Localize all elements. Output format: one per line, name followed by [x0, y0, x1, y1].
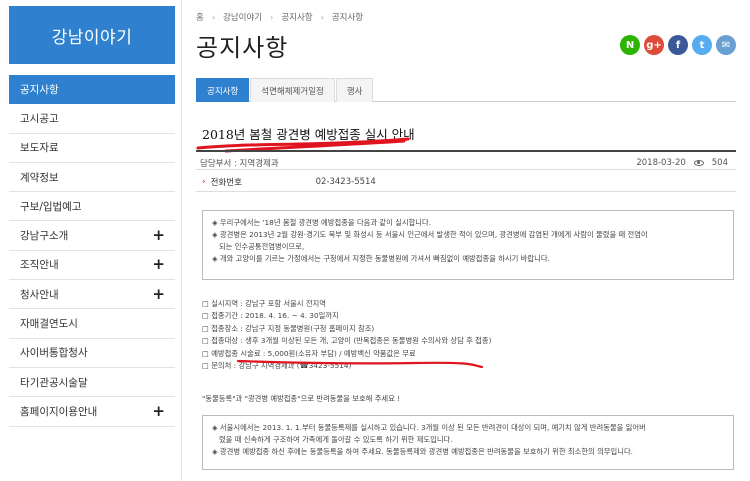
breadcrumb-level1[interactable]: 강남이야기: [223, 11, 262, 23]
notice-line: 되는 인수공통전염병이므로,: [212, 242, 305, 251]
plus-icon[interactable]: +: [152, 286, 165, 302]
notice-line: ◈ 서울시에서는 2013. 1. 1.부터 동물등록제를 실시하고 있습니다.…: [212, 423, 646, 432]
notice-line: ◈ 개와 고양이를 기르는 가정에서는 구청에서 지정한 동물병원에 가셔서 빠…: [212, 254, 550, 263]
breadcrumb-separator: ›: [320, 12, 324, 22]
sidebar-item-label: 타기관공시술달: [20, 376, 88, 389]
foot-note: "동물등록"과 "광견병 예방접종"으로 반려동물을 보호해 주세요 !: [202, 394, 401, 403]
notice-line: 렸을 때 신속하게 구조하여 가족에게 돌아갈 수 있도록 하기 위한 제도입니…: [212, 435, 453, 444]
sidebar-item[interactable]: 구보/입법예고: [9, 192, 175, 222]
detail-item: 예방접종 시술료 : 5,000원(소유자 부담) / 예방백신 약품값은 무료: [202, 348, 491, 360]
sidebar-item[interactable]: 고시공고: [9, 104, 175, 134]
sidebar-item[interactable]: 공지사항: [9, 75, 175, 105]
sidebar-item[interactable]: 타기관공시술달: [9, 368, 175, 398]
eye-icon: [693, 159, 704, 166]
post-meta: 담당부서 : 지역경제과 2018-03-20 504: [196, 150, 736, 170]
post-views: 504: [711, 157, 728, 168]
sidebar-item-label: 사이버통합청사: [20, 347, 88, 360]
sidebar-item-label: 강남구소개: [20, 230, 69, 243]
notice-line: ◈ 광견병은 2013년 2월 강원·경기도 북부 및 화성시 등 서울시 인근…: [212, 230, 648, 239]
tab[interactable]: 공지사항: [196, 78, 250, 102]
phone-value: 02-3423-5514: [315, 176, 376, 187]
main-content: 홈 › 강남이야기 › 공지사항 › 공지사항 공지사항 N g+ f t ✉ …: [196, 0, 750, 481]
sidebar-menu: 공지사항고시공고보도자료계약정보구보/입법예고강남구소개 + 조직안내 + 청사안내 + 자…: [9, 75, 175, 427]
sidebar-item-label: 자매결연도시: [20, 318, 78, 331]
sidebar: 강남이야기 공지사항고시공고보도자료계약정보구보/입법예고강남구소개 + 조직안내 +…: [0, 0, 182, 481]
phone-row: › 전화번호 02-3423-5514: [196, 172, 736, 192]
sidebar-item-label: 홈페이지이용안내: [20, 405, 98, 418]
google-plus-share-icon[interactable]: g+: [644, 35, 664, 55]
breadcrumb-separator: ›: [211, 12, 216, 22]
breadcrumb-level2[interactable]: 공지사항: [281, 11, 312, 23]
share-buttons: N g+ f t ✉: [620, 35, 736, 55]
naver-share-icon[interactable]: N: [620, 35, 640, 55]
sidebar-item-label: 보도자료: [20, 142, 59, 155]
post-date: 2018-03-20: [636, 157, 686, 168]
tab[interactable]: 석면해체제거일정: [250, 78, 335, 102]
plus-icon[interactable]: +: [152, 403, 165, 419]
plus-icon[interactable]: +: [152, 228, 165, 243]
notice-box-intro: ◈ 우리구에서는 '18년 봄철 광견병 예방접종을 다음과 같이 실시합니다.…: [202, 210, 734, 280]
detail-item: 문의처 : 강남구 지역경제과 (☎3423-5514): [202, 360, 491, 372]
vaccination-details: 실시지역 : 강남구 포함 서울시 전지역접종기간 : 2018. 4. 16.…: [202, 298, 491, 372]
chevron-right-icon: ›: [202, 176, 206, 187]
sidebar-item[interactable]: 강남구소개 +: [9, 221, 175, 251]
tab[interactable]: 행사: [335, 78, 374, 102]
sidebar-item[interactable]: 보도자료: [9, 134, 175, 163]
plus-icon[interactable]: +: [152, 257, 165, 272]
phone-label: 전화번호: [210, 177, 242, 188]
sidebar-item-label: 계약정보: [20, 171, 59, 184]
detail-item: 접종대상 : 생후 3개월 이상된 모든 개, 고양이 (반복접종은 동물병원 …: [202, 335, 491, 347]
breadcrumb-level3[interactable]: 공지사항: [332, 11, 363, 23]
breadcrumb: 홈 › 강남이야기 › 공지사항 › 공지사항: [196, 11, 363, 24]
page-title: 공지사항: [196, 34, 289, 62]
breadcrumb-separator: ›: [270, 12, 274, 22]
breadcrumb-home[interactable]: 홈: [196, 11, 204, 23]
post-title: 2018년 봄철 광견병 예방접종 실시 안내: [202, 127, 415, 142]
post-meta-right: 2018-03-20 504: [636, 158, 728, 168]
sidebar-item[interactable]: 계약정보: [9, 163, 175, 193]
notice-line: ◈ 광견병 예방접종 하신 후에는 동물등록을 하여 주세요. 동물등록제와 광…: [212, 447, 633, 456]
sidebar-item-label: 조직안내: [20, 259, 59, 272]
sidebar-item-label: 구보/입법예고: [20, 200, 82, 213]
twitter-share-icon[interactable]: t: [692, 35, 712, 55]
detail-item: 접종기간 : 2018. 4. 16. ~ 4. 30일까지: [202, 310, 491, 322]
notice-line: ◈ 우리구에서는 '18년 봄철 광견병 예방접종을 다음과 같이 실시합니다.: [212, 218, 432, 227]
content-tabs: 공지사항 석면해체제거일정 행사: [196, 78, 736, 102]
sidebar-item[interactable]: 사이버통합청사: [9, 339, 175, 368]
sidebar-item[interactable]: 조직안내 +: [9, 251, 175, 281]
sidebar-item-label: 고시공고: [20, 112, 59, 125]
mail-share-icon[interactable]: ✉: [716, 35, 736, 55]
sidebar-item[interactable]: 자매결연도시: [9, 309, 175, 339]
detail-item: 실시지역 : 강남구 포함 서울시 전지역: [202, 298, 491, 310]
post-department: 담당부서 : 지역경제과: [200, 158, 279, 169]
sidebar-item-label: 공지사항: [20, 83, 59, 96]
detail-item: 접종장소 : 강남구 지정 동물병원(구청 홈페이지 참조): [202, 323, 491, 335]
facebook-share-icon[interactable]: f: [668, 35, 688, 55]
sidebar-item[interactable]: 청사안내 +: [9, 280, 175, 310]
notice-box-registration: ◈ 서울시에서는 2013. 1. 1.부터 동물등록제를 실시하고 있습니다.…: [202, 415, 734, 470]
sidebar-item-label: 청사안내: [20, 288, 59, 301]
sidebar-item[interactable]: 홈페이지이용안내 +: [9, 397, 175, 427]
section-logo[interactable]: 강남이야기: [9, 6, 175, 64]
